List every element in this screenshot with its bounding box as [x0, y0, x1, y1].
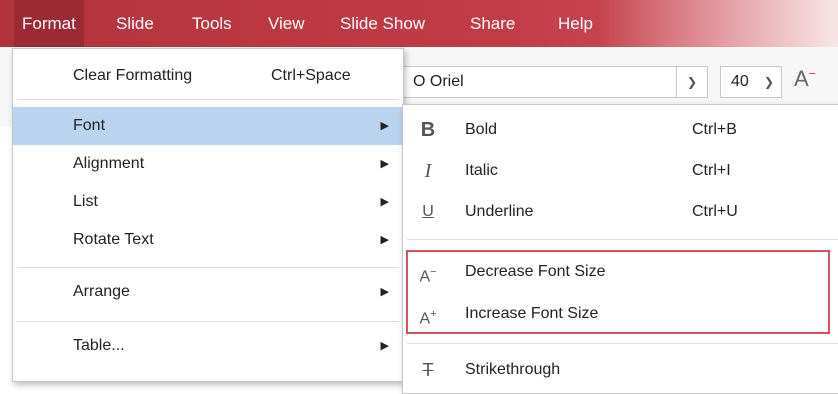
menu-item-label: Rotate Text — [73, 231, 154, 248]
chevron-right-icon: ▶ — [380, 120, 389, 132]
annotation-highlight-box — [406, 250, 830, 334]
menu-item-label: Alignment — [73, 155, 145, 172]
chevron-right-icon: ▶ — [380, 286, 389, 298]
menu-item-strikethrough[interactable]: T Strikethrough — [403, 351, 838, 389]
menu-item-shortcut: Ctrl+U — [692, 203, 738, 220]
decrease-font-sup: − — [808, 66, 816, 81]
chevron-down-icon[interactable]: ❯ — [757, 67, 781, 97]
menu-item-arrange[interactable]: Arrange ▶ — [13, 273, 403, 311]
menu-slide-show[interactable]: Slide Show — [332, 0, 433, 47]
menu-item-bold[interactable]: B Bold Ctrl+B — [403, 111, 838, 149]
menu-separator — [407, 343, 838, 344]
menu-separator — [17, 321, 399, 322]
menu-item-label: Font — [73, 117, 106, 134]
menu-item-list[interactable]: List ▶ — [13, 183, 403, 221]
menu-item-shortcut: Ctrl+B — [692, 121, 737, 138]
menu-view[interactable]: View — [260, 0, 313, 47]
menu-item-label: Arrange — [73, 283, 130, 300]
font-submenu: B Bold Ctrl+B I Italic Ctrl+I U Underlin… — [402, 104, 838, 394]
menu-item-alignment[interactable]: Alignment ▶ — [13, 145, 403, 183]
menu-bar: Format Slide Tools View Slide Show Share… — [0, 0, 838, 47]
format-menu: Clear Formatting Ctrl+Space Font ▶ Align… — [12, 48, 404, 382]
decrease-font-glyph: A — [794, 66, 809, 91]
font-name-select[interactable]: O Oriel ❯ — [396, 66, 708, 98]
menu-item-shortcut: Ctrl+Space — [271, 67, 351, 84]
menu-item-label: Italic — [465, 162, 498, 179]
menu-item-font[interactable]: Font ▶ — [13, 107, 403, 145]
font-name-value: O Oriel — [413, 73, 464, 90]
menu-item-label: Clear Formatting — [73, 67, 193, 84]
italic-icon: I — [424, 160, 432, 182]
chevron-right-icon: ▶ — [380, 196, 389, 208]
menu-item-label: Strikethrough — [465, 361, 561, 378]
chevron-down-icon[interactable]: ❯ — [676, 67, 707, 97]
menu-item-underline[interactable]: U Underline Ctrl+U — [403, 193, 838, 231]
chevron-right-icon: ▶ — [380, 158, 389, 170]
menu-item-label: Bold — [465, 121, 498, 138]
menu-help[interactable]: Help — [550, 0, 601, 47]
menu-item-italic[interactable]: I Italic Ctrl+I — [403, 152, 838, 190]
menu-item-label: Underline — [465, 203, 534, 220]
menu-item-label: List — [73, 193, 98, 210]
bold-icon: B — [420, 119, 436, 141]
decrease-font-size-icon[interactable]: A− — [794, 66, 816, 92]
menu-item-clear-formatting[interactable]: Clear Formatting Ctrl+Space — [13, 57, 403, 95]
menu-item-rotate-text[interactable]: Rotate Text ▶ — [13, 221, 403, 259]
menu-separator — [17, 99, 399, 100]
menu-tools[interactable]: Tools — [184, 0, 240, 47]
chevron-right-icon: ▶ — [380, 234, 389, 246]
menu-slide[interactable]: Slide — [108, 0, 162, 47]
menu-separator — [17, 267, 399, 268]
menu-item-table[interactable]: Table... ▶ — [13, 327, 403, 365]
menubar-fade — [598, 0, 838, 47]
menu-item-shortcut: Ctrl+I — [692, 162, 731, 179]
chevron-right-icon: ▶ — [380, 340, 389, 352]
menu-separator — [407, 239, 838, 240]
font-size-select[interactable]: 40 ❯ — [720, 66, 782, 98]
menu-item-label: Table... — [73, 337, 125, 354]
menu-format[interactable]: Format — [14, 0, 84, 47]
font-size-value: 40 — [731, 73, 749, 90]
strikethrough-icon: T — [422, 360, 434, 380]
menu-share[interactable]: Share — [462, 0, 523, 47]
underline-icon: U — [422, 203, 434, 220]
